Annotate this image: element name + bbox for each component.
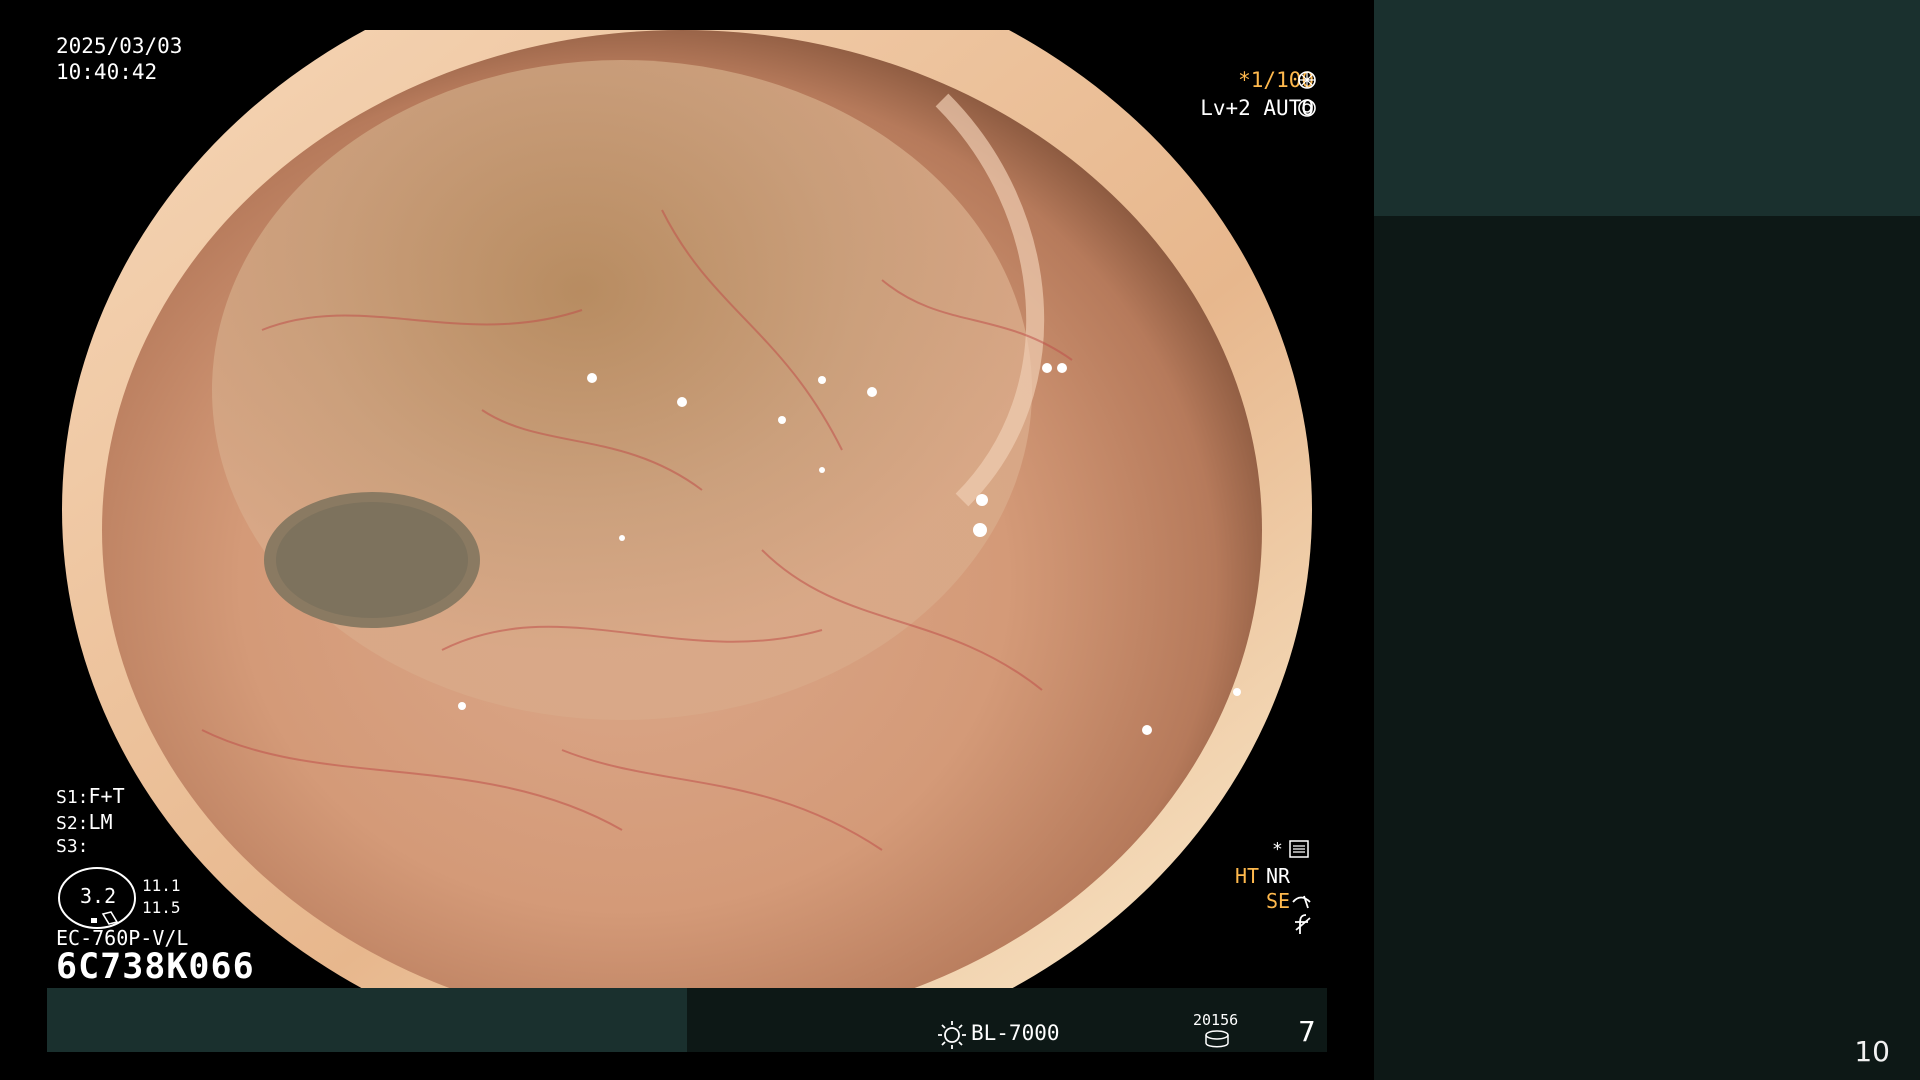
bottom-bar-left: [47, 988, 687, 1052]
frame-number: 7: [1298, 1015, 1316, 1048]
side-panel-bottom: [1374, 216, 1920, 1080]
gauge-reading-a: 11.1: [142, 876, 181, 895]
svg-text:*: *: [1272, 839, 1283, 860]
scope-serial: 6C738K066: [56, 947, 255, 987]
setting-s3: S3:: [56, 838, 89, 856]
endoscopic-image: [62, 30, 1312, 988]
shutter-icon: [1298, 71, 1316, 89]
gauge-reading-b: 11.5: [142, 898, 181, 917]
structure-enhance-icon: [1292, 895, 1311, 909]
setting-s2-value: LM: [88, 810, 113, 834]
gauge-value: 3.2: [80, 884, 117, 908]
light-source-model: BL-7000: [971, 1021, 1060, 1045]
exam-date: 2025/03/03: [56, 34, 183, 58]
setting-s2-label: S2:: [56, 813, 89, 834]
scope-model: EC-760P-V/L: [56, 926, 189, 950]
freeze-icon: [1295, 914, 1311, 934]
page-number: 10: [1854, 1035, 1890, 1068]
record-settings-icon: *: [1272, 839, 1309, 860]
ht-indicator: HT: [1235, 864, 1260, 888]
auto-icon: [1298, 99, 1316, 117]
setting-s1-value: F+T: [88, 784, 125, 808]
setting-s2: S2:LM: [56, 812, 113, 833]
side-panel-top: [1374, 0, 1920, 216]
exam-time: 10:40:42: [56, 60, 158, 84]
nr-indicator: NR: [1266, 864, 1291, 888]
light-source-icon: [938, 1021, 966, 1049]
setting-s1: S1:F+T: [56, 786, 125, 807]
se-indicator: SE: [1266, 889, 1291, 913]
setting-s1-label: S1:: [56, 787, 89, 808]
setting-s3-label: S3:: [56, 836, 89, 857]
endoscope-viewport: [62, 30, 1312, 988]
counter-icon: [1205, 1030, 1229, 1048]
usage-counter: 20156: [1193, 1011, 1239, 1029]
